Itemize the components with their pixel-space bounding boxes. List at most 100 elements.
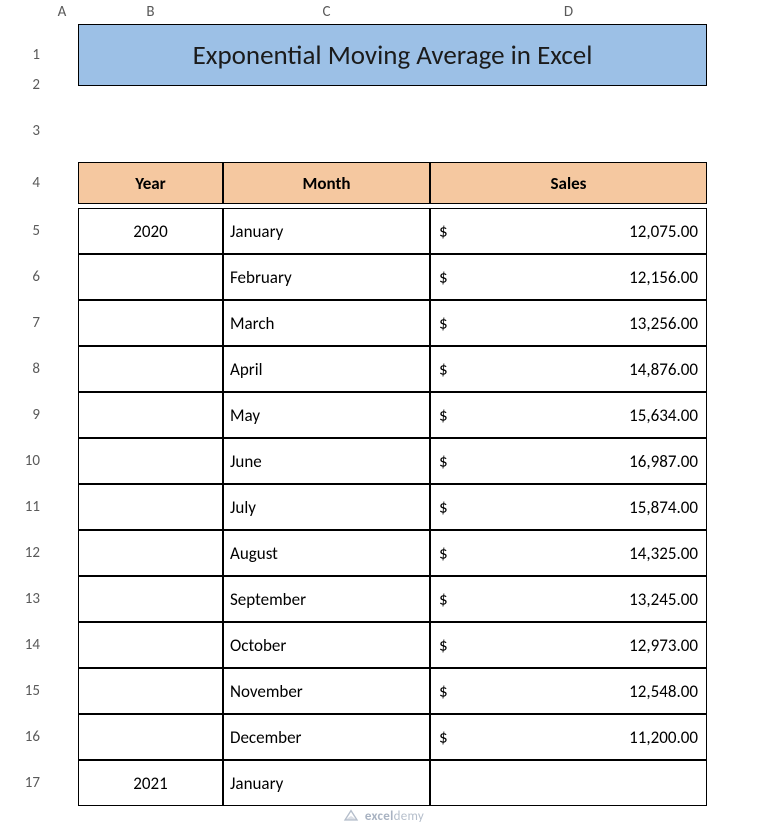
- cell-A7[interactable]: [46, 300, 78, 346]
- row-header-5[interactable]: 5: [0, 208, 46, 254]
- select-all-corner[interactable]: [0, 0, 46, 24]
- currency-symbol: $: [439, 221, 448, 242]
- page-title: Exponential Moving Average in Excel: [193, 39, 593, 72]
- cell-year-5[interactable]: 2020: [78, 208, 223, 254]
- cell-year-7[interactable]: [78, 300, 223, 346]
- cell-year-13[interactable]: [78, 576, 223, 622]
- sales-value: 12,973.00: [448, 635, 698, 656]
- currency-symbol: $: [439, 451, 448, 472]
- cell-sales-11[interactable]: $15,874.00: [430, 484, 707, 530]
- watermark-brand: exceldemy: [365, 809, 424, 824]
- cell-month-6[interactable]: February: [223, 254, 430, 300]
- header-sales[interactable]: Sales: [430, 162, 707, 204]
- cell-month-15[interactable]: November: [223, 668, 430, 714]
- cell-sales-17[interactable]: [430, 760, 707, 806]
- header-year[interactable]: Year: [78, 162, 223, 204]
- cell-sales-14[interactable]: $12,973.00: [430, 622, 707, 668]
- currency-symbol: $: [439, 681, 448, 702]
- cell-A10[interactable]: [46, 438, 78, 484]
- cell-sales-13[interactable]: $13,245.00: [430, 576, 707, 622]
- cell-sales-15[interactable]: $12,548.00: [430, 668, 707, 714]
- cell-year-15[interactable]: [78, 668, 223, 714]
- cell-sales-8[interactable]: $14,876.00: [430, 346, 707, 392]
- header-month[interactable]: Month: [223, 162, 430, 204]
- col-header-D[interactable]: D: [430, 0, 707, 24]
- currency-symbol: $: [439, 359, 448, 380]
- cell-A8[interactable]: [46, 346, 78, 392]
- currency-symbol: $: [439, 405, 448, 426]
- cell-month-9[interactable]: May: [223, 392, 430, 438]
- cell-month-14[interactable]: October: [223, 622, 430, 668]
- currency-symbol: $: [439, 313, 448, 334]
- cell-sales-7[interactable]: $13,256.00: [430, 300, 707, 346]
- row-header-6[interactable]: 6: [0, 254, 46, 300]
- watermark-bold: excel: [365, 809, 394, 824]
- cell-A12[interactable]: [46, 530, 78, 576]
- cell-month-5[interactable]: January: [223, 208, 430, 254]
- watermark-rest: demy: [394, 809, 425, 824]
- row-header-4[interactable]: 4: [0, 162, 46, 204]
- cell-sales-6[interactable]: $12,156.00: [430, 254, 707, 300]
- row-header-8[interactable]: 8: [0, 346, 46, 392]
- cell-month-8[interactable]: April: [223, 346, 430, 392]
- col-header-B[interactable]: B: [78, 0, 223, 24]
- sales-value: 12,075.00: [448, 221, 698, 242]
- cell-sales-16[interactable]: $11,200.00: [430, 714, 707, 760]
- sales-value: 15,634.00: [448, 405, 698, 426]
- cell-year-9[interactable]: [78, 392, 223, 438]
- cell-A16[interactable]: [46, 714, 78, 760]
- cell-year-11[interactable]: [78, 484, 223, 530]
- cell-A6[interactable]: [46, 254, 78, 300]
- cell-A13[interactable]: [46, 576, 78, 622]
- row-header-3[interactable]: 3: [0, 116, 46, 146]
- cell-A11[interactable]: [46, 484, 78, 530]
- row-header-10[interactable]: 10: [0, 438, 46, 484]
- cell-A5[interactable]: [46, 208, 78, 254]
- col-header-A[interactable]: A: [46, 0, 78, 24]
- row-header-12[interactable]: 12: [0, 530, 46, 576]
- row-header-9[interactable]: 9: [0, 392, 46, 438]
- cell-month-7[interactable]: March: [223, 300, 430, 346]
- sales-value: 15,874.00: [448, 497, 698, 518]
- row-header-17[interactable]: 17: [0, 760, 46, 806]
- cell-month-10[interactable]: June: [223, 438, 430, 484]
- row-header-2[interactable]: 2: [0, 70, 46, 100]
- cell-A9[interactable]: [46, 392, 78, 438]
- cell-year-10[interactable]: [78, 438, 223, 484]
- row-header-16[interactable]: 16: [0, 714, 46, 760]
- row-header-14[interactable]: 14: [0, 622, 46, 668]
- cell-year-16[interactable]: [78, 714, 223, 760]
- currency-symbol: $: [439, 635, 448, 656]
- cell-year-6[interactable]: [78, 254, 223, 300]
- cell-sales-9[interactable]: $15,634.00: [430, 392, 707, 438]
- row-header-11[interactable]: 11: [0, 484, 46, 530]
- cell-A15[interactable]: [46, 668, 78, 714]
- sales-value: 16,987.00: [448, 451, 698, 472]
- sales-value: 12,548.00: [448, 681, 698, 702]
- cell-year-12[interactable]: [78, 530, 223, 576]
- cell-month-17[interactable]: January: [223, 760, 430, 806]
- cell-year-14[interactable]: [78, 622, 223, 668]
- cell-sales-10[interactable]: $16,987.00: [430, 438, 707, 484]
- sales-value: 13,245.00: [448, 589, 698, 610]
- cell-row2[interactable]: [46, 70, 707, 100]
- cell-year-8[interactable]: [78, 346, 223, 392]
- cell-month-11[interactable]: July: [223, 484, 430, 530]
- cell-A14[interactable]: [46, 622, 78, 668]
- cell-year-17[interactable]: 2021: [78, 760, 223, 806]
- cell-A17[interactable]: [46, 760, 78, 806]
- currency-symbol: $: [439, 543, 448, 564]
- row-header-13[interactable]: 13: [0, 576, 46, 622]
- currency-symbol: $: [439, 267, 448, 288]
- cell-row3[interactable]: [46, 116, 707, 146]
- cell-sales-5[interactable]: $12,075.00: [430, 208, 707, 254]
- col-header-C[interactable]: C: [223, 0, 430, 24]
- cell-month-13[interactable]: September: [223, 576, 430, 622]
- row-header-15[interactable]: 15: [0, 668, 46, 714]
- cell-A4[interactable]: [46, 162, 78, 204]
- currency-symbol: $: [439, 727, 448, 748]
- row-header-7[interactable]: 7: [0, 300, 46, 346]
- cell-sales-12[interactable]: $14,325.00: [430, 530, 707, 576]
- cell-month-16[interactable]: December: [223, 714, 430, 760]
- cell-month-12[interactable]: August: [223, 530, 430, 576]
